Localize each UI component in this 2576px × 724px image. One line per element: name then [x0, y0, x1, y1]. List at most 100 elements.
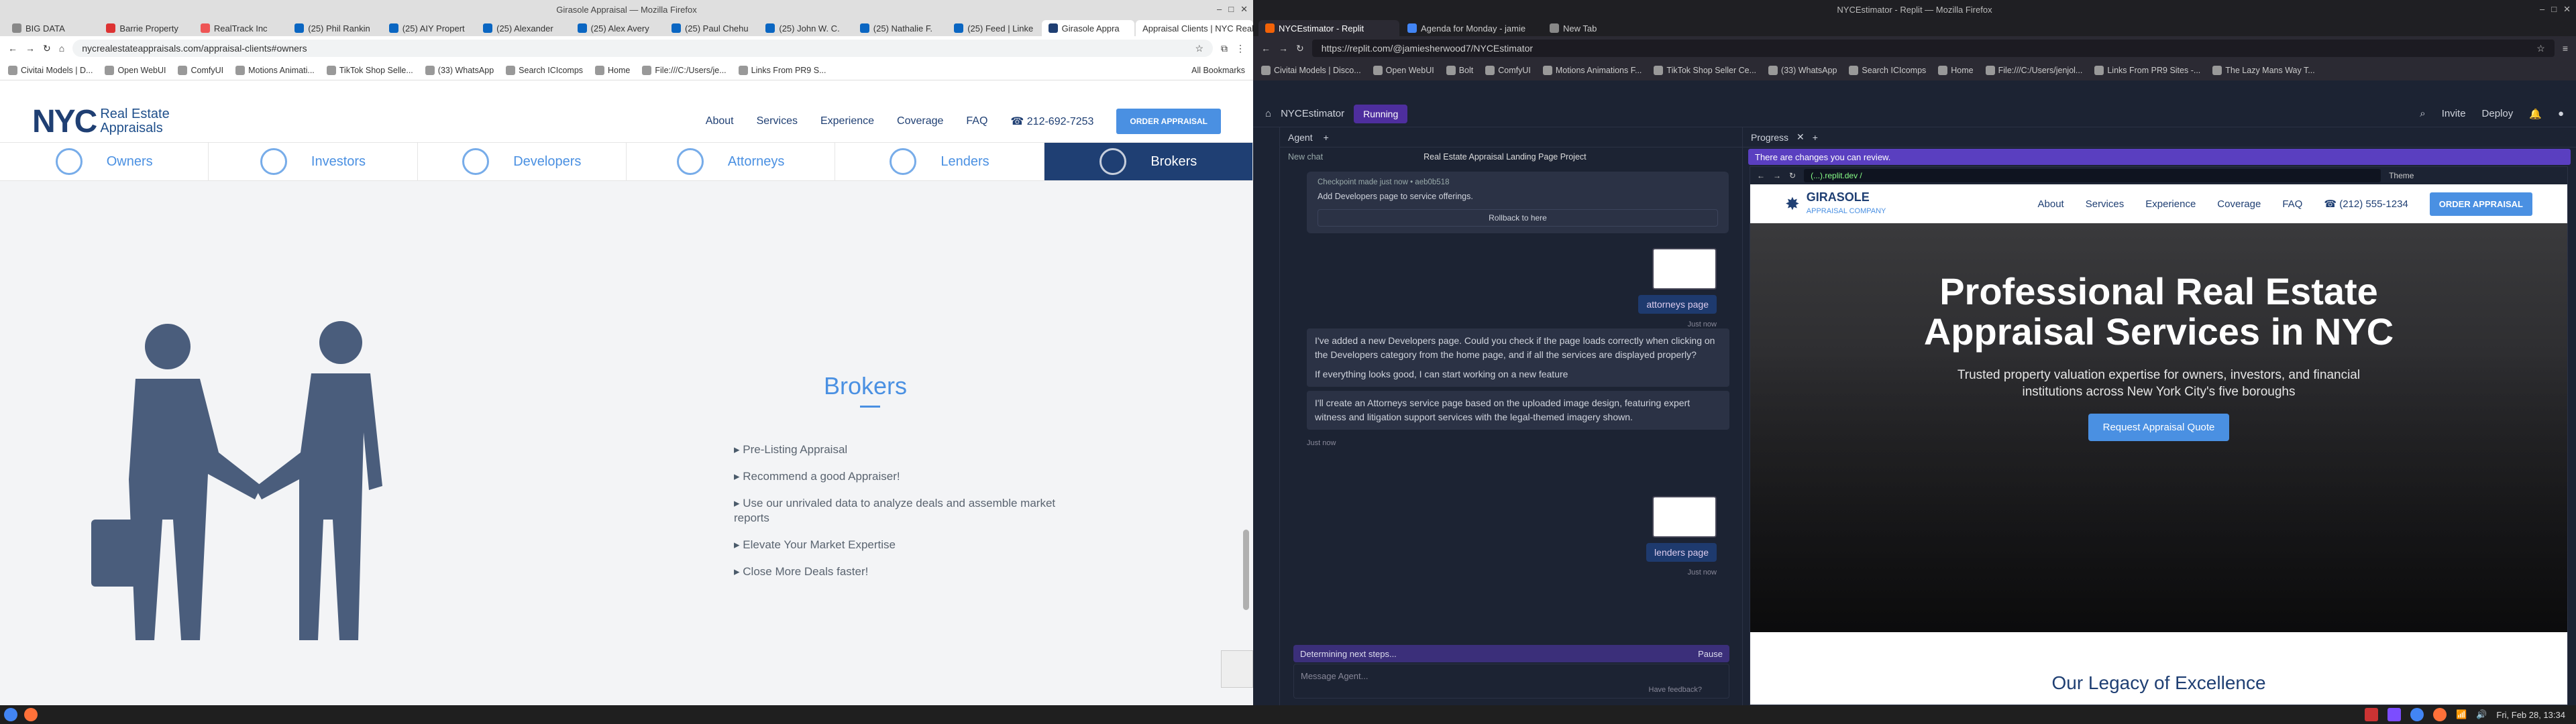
- page-scrollbar[interactable]: [1243, 530, 1249, 610]
- nav-about[interactable]: About: [706, 115, 734, 127]
- bookmark-item[interactable]: Motions Animati...: [235, 65, 315, 75]
- bookmark-item[interactable]: Motions Animations F...: [1542, 66, 1642, 75]
- bookmark-item[interactable]: Home: [1938, 66, 1974, 75]
- bookmark-item[interactable]: Open WebUI: [1373, 66, 1434, 75]
- chrome-icon[interactable]: [2410, 708, 2424, 721]
- tab-7[interactable]: (25) Paul Chehu: [665, 20, 757, 36]
- replit-home-icon[interactable]: ⌂: [1265, 108, 1271, 119]
- pause-button[interactable]: Pause: [1698, 649, 1723, 659]
- forward-icon[interactable]: →: [1279, 43, 1288, 54]
- tab-10[interactable]: (25) Feed | Linke: [947, 20, 1040, 36]
- girasole-nav-coverage[interactable]: Coverage: [2217, 198, 2261, 210]
- reload-icon[interactable]: ↻: [1789, 171, 1796, 180]
- app-icon[interactable]: [2365, 708, 2378, 721]
- avatar[interactable]: ●: [2558, 108, 2564, 119]
- new-chat-button[interactable]: New chat: [1288, 152, 1323, 162]
- phone-link[interactable]: ☎ 212-692-7253: [1010, 115, 1093, 128]
- tab-active[interactable]: Appraisal Clients | NYC Real E: [1136, 20, 1253, 36]
- girasole-nav-about[interactable]: About: [2038, 198, 2064, 210]
- bookmark-item[interactable]: The Lazy Mans Way T...: [2212, 66, 2315, 75]
- bookmark-item[interactable]: (33) WhatsApp: [1768, 66, 1837, 75]
- bookmark-item[interactable]: ComfyUI: [1485, 66, 1531, 75]
- girasole-phone[interactable]: ☎ (212) 555-1234: [2324, 198, 2408, 210]
- nav-coverage[interactable]: Coverage: [897, 115, 943, 127]
- theme-button[interactable]: Theme: [2389, 171, 2414, 180]
- tab-3[interactable]: (25) Phil Rankin: [288, 20, 380, 36]
- minimize-icon[interactable]: –: [1217, 4, 1222, 15]
- nav-experience[interactable]: Experience: [820, 115, 874, 127]
- tab-1[interactable]: Barrie Property: [99, 20, 192, 36]
- tab-5[interactable]: (25) Alexander: [476, 20, 569, 36]
- category-brokers[interactable]: Brokers: [1044, 143, 1253, 180]
- close-icon[interactable]: ✕: [2563, 4, 2571, 15]
- project-name[interactable]: NYCEstimator: [1281, 108, 1344, 119]
- bookmark-item[interactable]: Links From PR9 S...: [738, 65, 826, 75]
- girasole-nav-services[interactable]: Services: [2086, 198, 2125, 210]
- tab-2[interactable]: RealTrack Inc: [194, 20, 286, 36]
- girasole-nav-faq[interactable]: FAQ: [2282, 198, 2302, 210]
- back-icon[interactable]: ←: [8, 43, 17, 54]
- bookmark-item[interactable]: Open WebUI: [105, 65, 166, 75]
- tab-9[interactable]: (25) Nathalie F.: [853, 20, 946, 36]
- close-icon[interactable]: ✕: [1240, 4, 1248, 15]
- firefox-icon[interactable]: [2433, 708, 2447, 721]
- bookmark-star-icon[interactable]: ☆: [1195, 43, 1203, 54]
- bookmark-item[interactable]: ComfyUI: [178, 65, 223, 75]
- category-developers[interactable]: Developers: [418, 143, 627, 180]
- agent-tab[interactable]: Agent: [1288, 132, 1313, 143]
- webview-url[interactable]: (...).replit.dev /: [1804, 169, 2381, 182]
- girasole-nav-experience[interactable]: Experience: [2145, 198, 2196, 210]
- bookmark-item[interactable]: Civitai Models | Disco...: [1261, 66, 1361, 75]
- message-input[interactable]: Message Agent... Have feedback?: [1293, 664, 1729, 699]
- forward-icon[interactable]: →: [1773, 171, 1781, 180]
- right-url-bar[interactable]: https://replit.com/@jamiesherwood7/NYCEs…: [1311, 40, 2555, 57]
- bookmark-item[interactable]: File:///C:/Users/jenjol...: [1985, 66, 2082, 75]
- chrome-icon[interactable]: [4, 708, 17, 721]
- minimize-icon[interactable]: –: [2540, 4, 2544, 15]
- close-tab-icon[interactable]: ✕: [1796, 131, 1805, 143]
- run-status[interactable]: Running: [1354, 104, 1408, 123]
- bookmark-item[interactable]: TikTok Shop Seller Ce...: [1654, 66, 1756, 75]
- new-tab-icon[interactable]: +: [1813, 132, 1818, 143]
- bookmark-item[interactable]: Search ICIcomps: [1849, 66, 1926, 75]
- changes-banner[interactable]: There are changes you can review.: [1748, 149, 2571, 165]
- category-owners[interactable]: Owners: [0, 143, 209, 180]
- new-tab-icon[interactable]: +: [1324, 132, 1329, 143]
- feedback-link[interactable]: Have feedback?: [1649, 686, 1703, 694]
- home-icon[interactable]: ⌂: [59, 43, 64, 54]
- tab-0[interactable]: BIG DATA: [5, 20, 98, 36]
- chat-title[interactable]: Real Estate Appraisal Landing Page Proje…: [1424, 152, 1587, 162]
- bookmark-item[interactable]: Bolt: [1446, 66, 1473, 75]
- girasole-order-button[interactable]: ORDER APPRAISAL: [2429, 192, 2532, 216]
- left-url-bar[interactable]: nycrealestateappraisals.com/appraisal-cl…: [72, 40, 1213, 57]
- back-icon[interactable]: ←: [1757, 171, 1765, 180]
- category-investors[interactable]: Investors: [209, 143, 418, 180]
- bookmark-star-icon[interactable]: ☆: [2536, 43, 2545, 54]
- reload-icon[interactable]: ↻: [1296, 43, 1304, 54]
- nav-faq[interactable]: FAQ: [966, 115, 987, 127]
- tab-2[interactable]: New Tab: [1543, 20, 1684, 36]
- tab-6[interactable]: (25) Alex Avery: [571, 20, 663, 36]
- all-bookmarks[interactable]: All Bookmarks: [1191, 66, 1245, 75]
- maximize-icon[interactable]: □: [1228, 4, 1234, 15]
- tab-0[interactable]: NYCEstimator - Replit: [1258, 20, 1399, 36]
- deploy-button[interactable]: Deploy: [2482, 108, 2514, 119]
- tab-4[interactable]: (25) AIY Propert: [382, 20, 475, 36]
- bookmark-item[interactable]: File:///C:/Users/je...: [642, 65, 727, 75]
- menu-icon[interactable]: ≡: [2563, 43, 2568, 54]
- wifi-icon[interactable]: 📶: [2456, 709, 2467, 720]
- notifications-icon[interactable]: 🔔: [2529, 108, 2542, 120]
- recaptcha-badge[interactable]: [1221, 650, 1253, 688]
- maximize-icon[interactable]: □: [2551, 4, 2557, 15]
- folder-icon[interactable]: [2387, 708, 2401, 721]
- category-lenders[interactable]: Lenders: [835, 143, 1044, 180]
- tab-8[interactable]: (25) John W. C.: [759, 20, 851, 36]
- rollback-button[interactable]: Rollback to here: [1318, 209, 1718, 227]
- progress-tab[interactable]: Progress: [1751, 132, 1788, 143]
- lenders-thumbnail[interactable]: [1652, 496, 1717, 538]
- category-attorneys[interactable]: Attorneys: [627, 143, 836, 180]
- menu-icon[interactable]: ⋮: [1236, 43, 1245, 54]
- site-logo[interactable]: NYC Real Estate Appraisals: [32, 103, 170, 140]
- order-appraisal-button[interactable]: ORDER APPRAISAL: [1116, 109, 1221, 134]
- attorneys-thumbnail[interactable]: [1652, 248, 1717, 290]
